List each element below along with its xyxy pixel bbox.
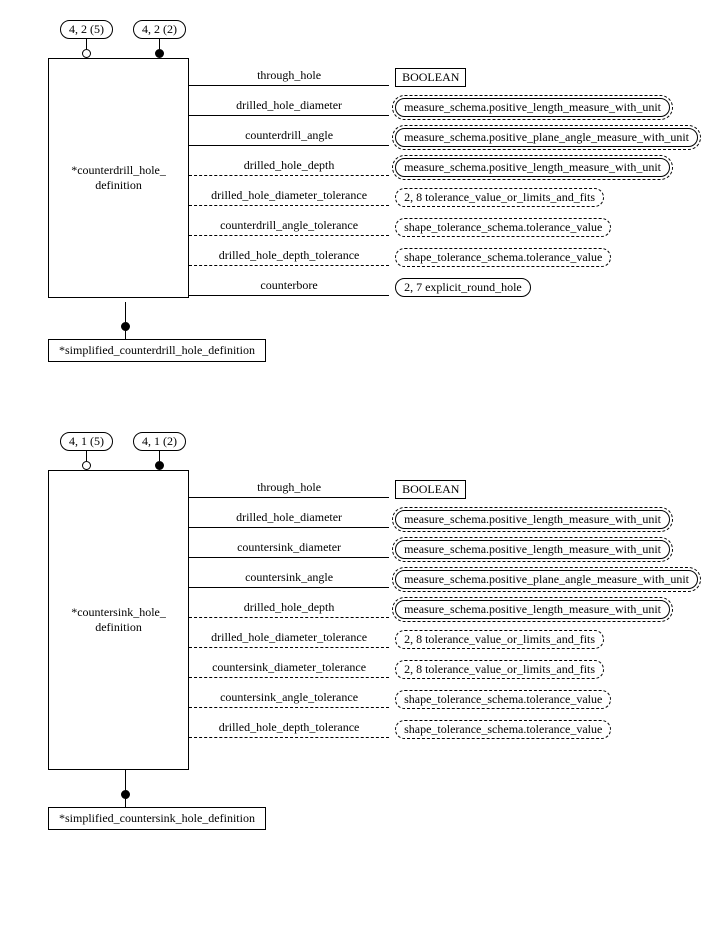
attribute-label: drilled_hole_depth: [189, 600, 389, 617]
type-box: BOOLEAN: [395, 480, 466, 499]
supertype-ref: 4, 1 (5): [60, 432, 113, 470]
type-pill: measure_schema.positive_plane_angle_meas…: [395, 570, 698, 589]
attribute-row: counterdrill_angle measure_schema.positiv…: [189, 122, 698, 152]
subtype-area: *simplified_counterdrill_hole_definition: [48, 302, 698, 362]
supertype-ref: 4, 2 (2): [133, 20, 186, 58]
type-pill: measure_schema.positive_length_measure_w…: [395, 600, 670, 619]
supertype-pill: 4, 2 (5): [60, 20, 113, 39]
attribute-row: countersink_angle_tolerance shape_toleran…: [189, 684, 698, 714]
attribute-row: drilled_hole_depth_tolerance shape_tolera…: [189, 242, 698, 272]
attribute-label: counterdrill_angle: [189, 128, 389, 145]
entity-counterdrill: 4, 2 (5) 4, 2 (2) *counterdrill_hole_ de…: [20, 20, 698, 362]
type-pill: shape_tolerance_schema.tolerance_value: [395, 720, 611, 739]
type-pill: measure_schema.positive_length_measure_w…: [395, 158, 670, 177]
attribute-row: drilled_hole_diameter measure_schema.posi…: [189, 92, 698, 122]
entity-box: *counterdrill_hole_ definition: [48, 58, 189, 298]
type-pill: measure_schema.positive_plane_angle_meas…: [395, 128, 698, 147]
entity-countersink: 4, 1 (5) 4, 1 (2) *countersink_hole_ def…: [20, 432, 698, 830]
supertype-ref: 4, 1 (2): [133, 432, 186, 470]
subtype-box: *simplified_countersink_hole_definition: [48, 807, 266, 830]
type-pill: 2, 7 explicit_round_hole: [395, 278, 531, 297]
attribute-row: drilled_hole_depth_tolerance shape_tolera…: [189, 714, 698, 744]
attribute-label: drilled_hole_diameter: [189, 98, 389, 115]
attribute-row: drilled_hole_diameter_tolerance 2, 8 tole…: [189, 624, 698, 654]
type-pill: measure_schema.positive_length_measure_w…: [395, 510, 670, 529]
attribute-label: drilled_hole_depth: [189, 158, 389, 175]
supertype-pill: 4, 1 (2): [133, 432, 186, 451]
attribute-row: countersink_diameter measure_schema.posit…: [189, 534, 698, 564]
attribute-label: countersink_diameter: [189, 540, 389, 557]
attribute-label: drilled_hole_depth_tolerance: [189, 720, 389, 737]
attribute-label: counterbore: [189, 278, 389, 295]
type-pill: measure_schema.positive_length_measure_w…: [395, 98, 670, 117]
attribute-label: through_hole: [189, 68, 389, 85]
attribute-row: drilled_hole_diameter measure_schema.posi…: [189, 504, 698, 534]
entity-box: *countersink_hole_ definition: [48, 470, 189, 770]
attribute-row: counterdrill_angle_tolerance shape_tolera…: [189, 212, 698, 242]
type-pill: shape_tolerance_schema.tolerance_value: [395, 690, 611, 709]
attribute-label: drilled_hole_depth_tolerance: [189, 248, 389, 265]
subtype-area: *simplified_countersink_hole_definition: [48, 770, 698, 830]
attribute-label: drilled_hole_diameter_tolerance: [189, 188, 389, 205]
supertype-pill: 4, 1 (5): [60, 432, 113, 451]
supertype-ref: 4, 2 (5): [60, 20, 113, 58]
supertypes: 4, 1 (5) 4, 1 (2): [60, 432, 186, 470]
type-pill: 2, 8 tolerance_value_or_limits_and_fits: [395, 188, 604, 207]
type-pill: shape_tolerance_schema.tolerance_value: [395, 218, 611, 237]
entity-name: *counterdrill_hole_ definition: [71, 163, 166, 193]
attribute-row: countersink_angle measure_schema.positive…: [189, 564, 698, 594]
entity-name: *countersink_hole_ definition: [71, 605, 166, 635]
attribute-row: drilled_hole_depth measure_schema.positiv…: [189, 594, 698, 624]
supertype-pill: 4, 2 (2): [133, 20, 186, 39]
inheritance-circle-filled: [155, 49, 164, 58]
attribute-row: drilled_hole_diameter_tolerance 2, 8 tole…: [189, 182, 698, 212]
attribute-row: counterbore 2, 7 explicit_round_hole: [189, 272, 698, 302]
inheritance-circle-filled: [121, 790, 130, 799]
inheritance-circle-open: [82, 49, 91, 58]
attribute-row: drilled_hole_depth measure_schema.positiv…: [189, 152, 698, 182]
attribute-row: countersink_diameter_tolerance 2, 8 toler…: [189, 654, 698, 684]
type-pill: measure_schema.positive_length_measure_w…: [395, 540, 670, 559]
attribute-label: countersink_angle: [189, 570, 389, 587]
attribute-label: drilled_hole_diameter: [189, 510, 389, 527]
attribute-row: through_hole BOOLEAN: [189, 474, 698, 504]
supertypes: 4, 2 (5) 4, 2 (2): [60, 20, 186, 58]
attribute-label: through_hole: [189, 480, 389, 497]
type-box: BOOLEAN: [395, 68, 466, 87]
attribute-label: counterdrill_angle_tolerance: [189, 218, 389, 235]
attribute-list: through_hole BOOLEAN drilled_hole_diamete…: [189, 470, 698, 744]
attribute-row: through_hole BOOLEAN: [189, 62, 698, 92]
inheritance-circle-filled: [155, 461, 164, 470]
attribute-list: through_hole BOOLEAN drilled_hole_diamete…: [189, 58, 698, 302]
attribute-label: drilled_hole_diameter_tolerance: [189, 630, 389, 647]
subtype-box: *simplified_counterdrill_hole_definition: [48, 339, 266, 362]
attribute-label: countersink_diameter_tolerance: [189, 660, 389, 677]
inheritance-circle-open: [82, 461, 91, 470]
inheritance-circle-filled: [121, 322, 130, 331]
attribute-label: countersink_angle_tolerance: [189, 690, 389, 707]
type-pill: shape_tolerance_schema.tolerance_value: [395, 248, 611, 267]
type-pill: 2, 8 tolerance_value_or_limits_and_fits: [395, 630, 604, 649]
type-pill: 2, 8 tolerance_value_or_limits_and_fits: [395, 660, 604, 679]
